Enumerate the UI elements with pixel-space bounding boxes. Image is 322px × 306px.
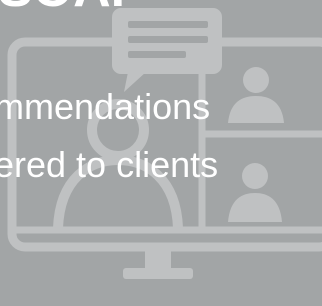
user-icon [228, 67, 284, 123]
headline-line-1: mmendations [0, 86, 211, 127]
chat-line-2 [128, 36, 208, 43]
hero-banner: SOAP mmendations ered to clients [0, 0, 322, 306]
chat-line-3 [128, 51, 186, 58]
monitor-base [123, 268, 193, 279]
user-icon [228, 163, 282, 222]
headline-line-2: ered to clients [0, 144, 219, 185]
headline-top-partial: SOAP [0, 0, 145, 17]
chat-line-1 [128, 21, 208, 28]
